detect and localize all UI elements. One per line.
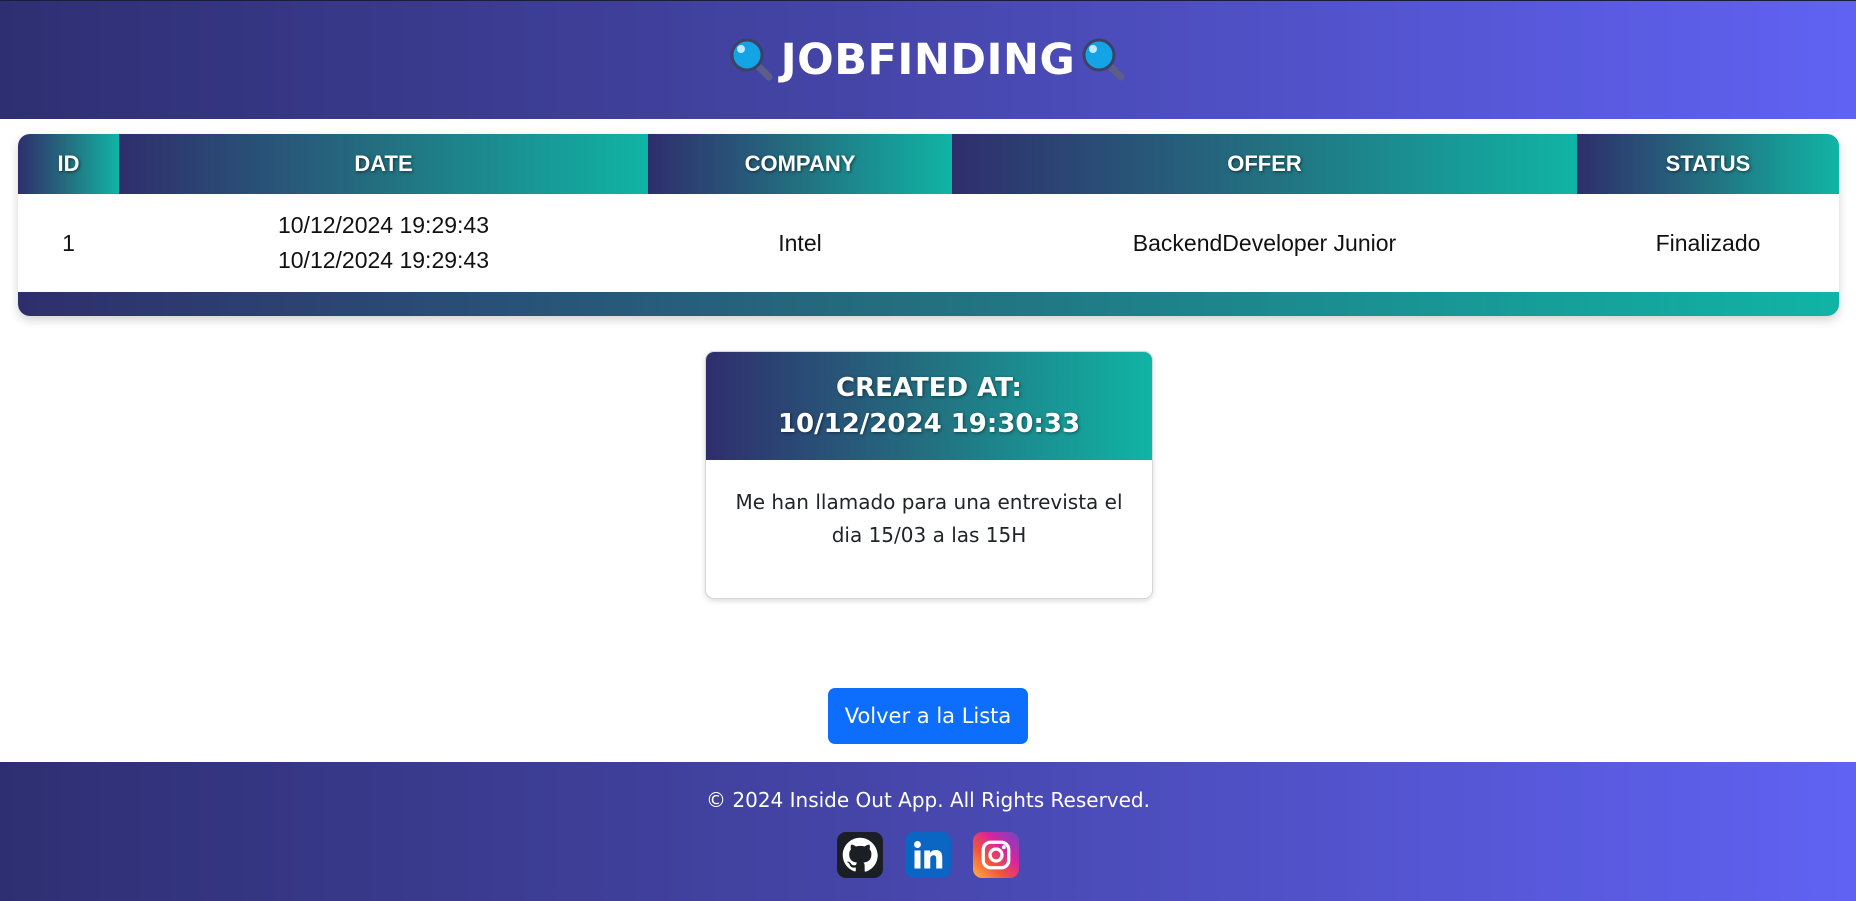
- linkedin-icon[interactable]: [905, 832, 951, 878]
- social-links: [0, 832, 1856, 878]
- note-created-label: CREATED AT:: [836, 373, 1022, 403]
- cell-id: 1: [62, 229, 75, 256]
- column-header-id: ID: [18, 134, 119, 194]
- cell-offer: BackendDeveloper Junior: [1132, 229, 1397, 256]
- note-created-date: 10/12/2024 19:30:33: [777, 409, 1081, 439]
- back-to-list-button[interactable]: Volver a la Lista: [828, 688, 1028, 744]
- github-icon[interactable]: [837, 832, 883, 878]
- column-header-date: DATE: [119, 134, 648, 194]
- note-card-header: CREATED AT: 10/12/2024 19:30:33: [706, 352, 1152, 460]
- copyright-text: © 2024 Inside Out App. All Rights Reserv…: [706, 788, 1150, 812]
- date-line: 10/12/2024 19:29:43: [277, 212, 490, 238]
- column-header-company: COMPANY: [648, 134, 952, 194]
- table-header: ID DATE COMPANY OFFER STATUS: [18, 134, 1839, 194]
- instagram-icon[interactable]: [973, 832, 1019, 878]
- cell-date: 10/12/2024 19:29:43 10/12/2024 19:29:43: [119, 194, 648, 292]
- site-header: JOBFINDING: [0, 0, 1856, 119]
- column-header-offer: OFFER: [952, 134, 1577, 194]
- applications-table: ID DATE COMPANY OFFER STATUS 1 10/12/202…: [18, 134, 1839, 316]
- magnifying-glass-icon: [1081, 37, 1127, 83]
- table-row: 1 10/12/2024 19:29:43 10/12/2024 19:29:4…: [18, 194, 1839, 292]
- cell-status: Finalizado: [1655, 229, 1761, 256]
- table-footer-bar: [18, 292, 1839, 316]
- column-header-status: STATUS: [1577, 134, 1839, 194]
- cell-company: Intel: [778, 229, 822, 256]
- date-line: 10/12/2024 19:29:43: [277, 247, 490, 273]
- site-title: JOBFINDING: [780, 35, 1076, 85]
- note-card: CREATED AT: 10/12/2024 19:30:33 Me han l…: [705, 351, 1153, 599]
- site-footer: © 2024 Inside Out App. All Rights Reserv…: [0, 762, 1856, 901]
- magnifying-glass-icon: [729, 37, 775, 83]
- note-card-body: Me han llamado para una entrevista el di…: [735, 490, 1123, 547]
